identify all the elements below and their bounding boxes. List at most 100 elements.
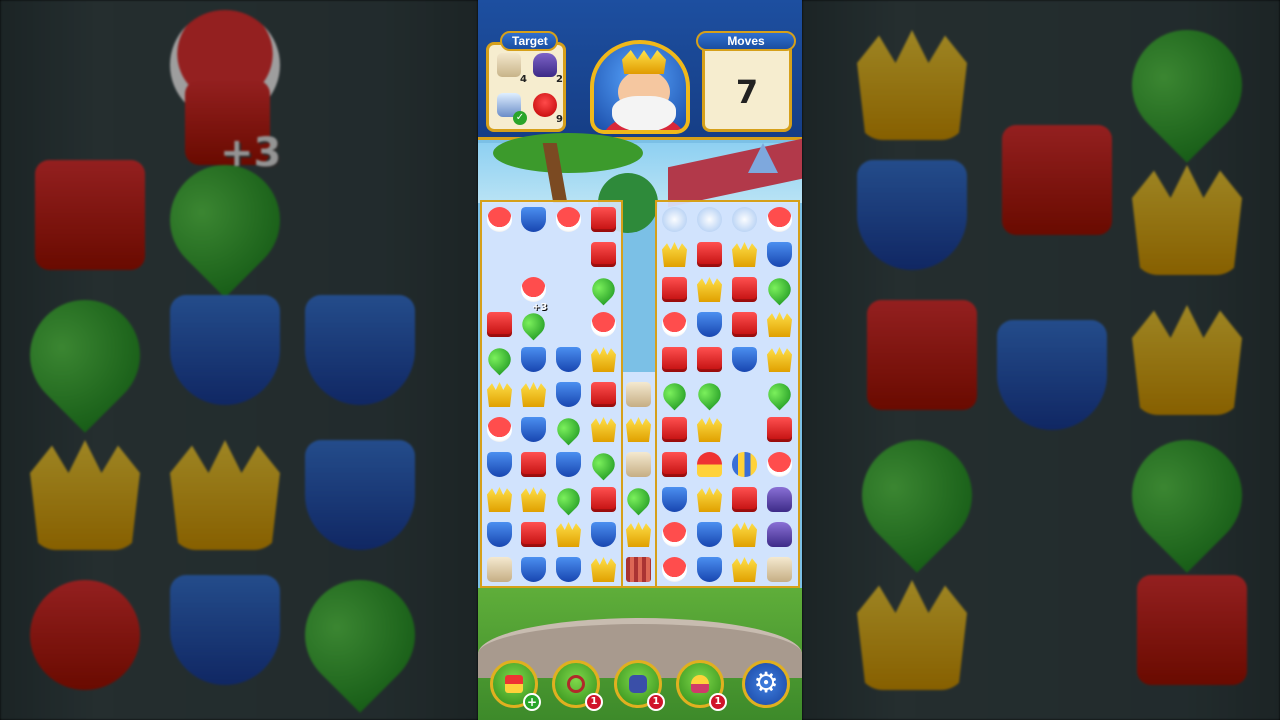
game-board[interactable]: +3 <box>480 200 800 588</box>
board-cell[interactable] <box>516 412 550 446</box>
target-panel: 4 2 ✓ 9 <box>486 42 566 132</box>
bow-booster[interactable]: 1 <box>552 660 603 711</box>
board-cell[interactable] <box>727 202 761 236</box>
booster-count-badge: 1 <box>709 693 727 711</box>
board-cell[interactable] <box>482 342 516 376</box>
cannon-booster[interactable]: 1 <box>614 660 665 711</box>
board-cell[interactable] <box>586 377 620 411</box>
board-cell[interactable] <box>586 412 620 446</box>
board-cell[interactable] <box>727 342 761 376</box>
board-cell[interactable] <box>727 517 761 551</box>
board-cell[interactable] <box>692 307 726 341</box>
board-cell[interactable] <box>657 342 691 376</box>
board-cell[interactable] <box>551 202 585 236</box>
board-cell[interactable] <box>762 447 796 481</box>
hammer-booster[interactable]: + <box>490 660 541 711</box>
board-cell[interactable] <box>762 482 796 516</box>
yellow-piece-icon <box>697 277 722 302</box>
board-cell[interactable] <box>692 202 726 236</box>
board-cell[interactable] <box>482 447 516 481</box>
board-cell[interactable] <box>516 342 550 376</box>
board-cell[interactable] <box>516 517 550 551</box>
board-cell[interactable] <box>482 377 516 411</box>
board-cell[interactable] <box>516 447 550 481</box>
board-cell[interactable] <box>657 447 691 481</box>
board-cell[interactable] <box>621 412 655 446</box>
board-cell[interactable] <box>657 482 691 516</box>
board-cell[interactable] <box>692 377 726 411</box>
board-cell[interactable] <box>586 202 620 236</box>
board-cell[interactable] <box>482 482 516 516</box>
board-cell[interactable] <box>727 307 761 341</box>
board-cell[interactable] <box>762 517 796 551</box>
board-cell[interactable] <box>762 377 796 411</box>
board-cell[interactable] <box>727 447 761 481</box>
board-cell[interactable] <box>727 272 761 306</box>
board-cell[interactable] <box>551 482 585 516</box>
board-cell[interactable] <box>727 552 761 586</box>
board-cell[interactable] <box>621 552 655 586</box>
board-cell[interactable] <box>551 412 585 446</box>
board-cell[interactable] <box>586 237 620 271</box>
board-cell[interactable] <box>551 377 585 411</box>
board-cell[interactable] <box>586 447 620 481</box>
board-cell[interactable] <box>482 307 516 341</box>
bag-piece-icon <box>767 557 792 582</box>
board-cell[interactable] <box>762 412 796 446</box>
board-cell[interactable] <box>516 377 550 411</box>
game-stage: +3 4 2 ✓ 9 Target 7 Moves +3 + 1 1 1 ⚙ <box>0 0 1280 720</box>
board-cell[interactable] <box>586 272 620 306</box>
board-cell[interactable] <box>551 447 585 481</box>
board-cell[interactable] <box>657 202 691 236</box>
board-cell[interactable] <box>516 552 550 586</box>
board-cell[interactable] <box>692 552 726 586</box>
board-cell[interactable] <box>692 237 726 271</box>
board-cell[interactable] <box>727 482 761 516</box>
board-cell[interactable] <box>621 517 655 551</box>
board-cell[interactable] <box>482 412 516 446</box>
board-cell[interactable] <box>621 377 655 411</box>
board-cell[interactable] <box>482 517 516 551</box>
board-cell[interactable] <box>762 342 796 376</box>
board-cell[interactable] <box>551 517 585 551</box>
board-cell[interactable] <box>692 482 726 516</box>
board-cell[interactable] <box>586 342 620 376</box>
yellow-piece-icon <box>487 487 512 512</box>
board-cell[interactable] <box>657 237 691 271</box>
board-cell[interactable] <box>657 412 691 446</box>
board-cell[interactable] <box>657 377 691 411</box>
board-cell[interactable] <box>657 307 691 341</box>
board-cell[interactable] <box>692 342 726 376</box>
board-cell[interactable] <box>586 517 620 551</box>
board-cell[interactable] <box>762 552 796 586</box>
board-cell[interactable] <box>657 272 691 306</box>
board-cell[interactable] <box>586 552 620 586</box>
board-cell[interactable] <box>516 202 550 236</box>
bird-piece-icon <box>487 417 512 442</box>
board-cell[interactable] <box>762 307 796 341</box>
board-cell[interactable] <box>551 342 585 376</box>
board-cell[interactable] <box>657 552 691 586</box>
board-cell[interactable] <box>727 237 761 271</box>
board-cell[interactable] <box>551 552 585 586</box>
board-cell[interactable] <box>657 517 691 551</box>
board-cell[interactable] <box>621 482 655 516</box>
board-cell[interactable] <box>586 482 620 516</box>
board-cell[interactable] <box>762 272 796 306</box>
board-cell[interactable] <box>516 482 550 516</box>
board-cell[interactable] <box>586 307 620 341</box>
board-cell[interactable] <box>762 237 796 271</box>
board-cell[interactable] <box>692 412 726 446</box>
board-cell[interactable] <box>482 202 516 236</box>
board-cell[interactable] <box>692 272 726 306</box>
board-cell[interactable] <box>516 272 550 306</box>
board-cell[interactable] <box>482 552 516 586</box>
bag-piece-icon <box>487 557 512 582</box>
settings-button[interactable]: ⚙ <box>742 660 790 708</box>
yellow-piece-icon <box>591 347 616 372</box>
board-cell[interactable] <box>762 202 796 236</box>
board-cell[interactable] <box>621 447 655 481</box>
jester-booster[interactable]: 1 <box>676 660 727 711</box>
board-cell[interactable] <box>692 447 726 481</box>
board-cell[interactable] <box>692 517 726 551</box>
